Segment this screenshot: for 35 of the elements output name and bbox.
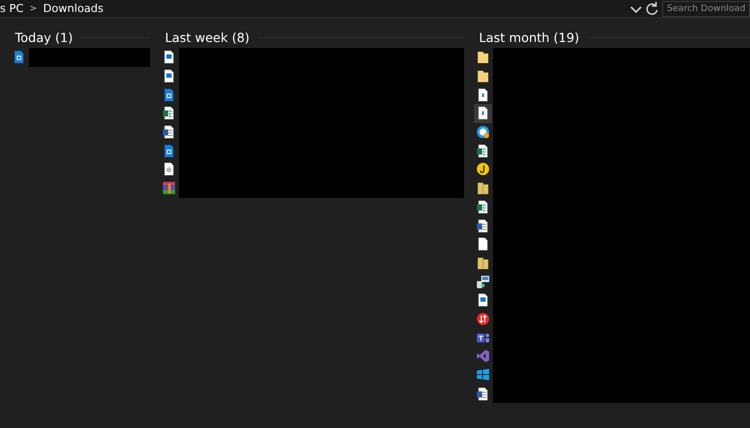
file-icon: [162, 144, 176, 158]
people-icon: [476, 330, 490, 345]
windows-icon: [476, 368, 490, 382]
spreadsheet-file-icon: [476, 144, 490, 158]
network-icon: [476, 274, 490, 289]
group-header[interactable]: Last month (19): [479, 30, 580, 44]
breadcrumb-separator: >: [30, 4, 38, 14]
breadcrumb-item[interactable]: Downloads: [43, 2, 104, 15]
letter-j-circle-icon: [476, 162, 490, 176]
document-file-icon: [476, 386, 490, 401]
refresh-icon[interactable]: [644, 0, 660, 16]
picture-file-icon: [476, 293, 490, 308]
document-file-icon: [476, 218, 490, 233]
blank-file-icon: [476, 237, 490, 252]
file-icon: [12, 50, 26, 64]
file-item[interactable]: [474, 104, 492, 123]
up-down-arrows-circle-icon: [476, 312, 490, 326]
document-file-icon: [162, 125, 176, 140]
file-icon: [476, 88, 490, 102]
breadcrumb-item[interactable]: s PC: [0, 2, 24, 15]
zip-folder-icon: [476, 181, 490, 196]
spreadsheet-file-icon: [162, 106, 176, 120]
folder-icon: [476, 50, 490, 64]
archive-icon: [162, 181, 176, 196]
zip-folder-icon: [476, 256, 490, 270]
group-header[interactable]: Today (1): [15, 30, 73, 44]
file-icon: [476, 106, 490, 120]
picture-file-icon: [162, 69, 176, 84]
spreadsheet-file-icon: [476, 200, 490, 214]
folder-icon: [476, 69, 490, 84]
search-field[interactable]: Search Download: [662, 0, 750, 16]
file-icon: [162, 88, 176, 102]
picture-file-icon: [162, 50, 176, 64]
disc-file-icon: [162, 162, 176, 176]
group-header[interactable]: Last week (8): [165, 30, 250, 44]
